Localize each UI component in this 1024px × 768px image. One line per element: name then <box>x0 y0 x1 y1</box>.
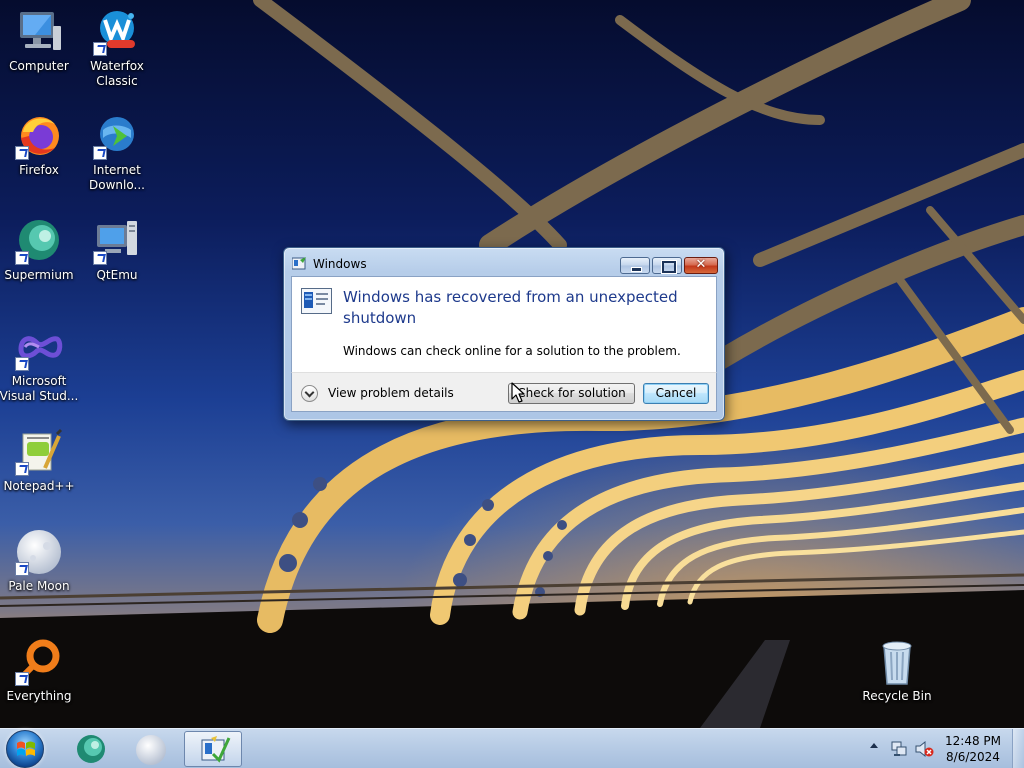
shortcut-arrow-icon <box>15 146 29 160</box>
volume-muted-icon[interactable] <box>914 740 934 758</box>
view-problem-details-toggle[interactable]: View problem details <box>301 384 454 402</box>
start-button[interactable] <box>6 730 44 768</box>
desktop-icon-label: Firefox <box>19 163 59 177</box>
shortcut-arrow-icon <box>15 357 29 371</box>
taskbar-item-windows-dialog[interactable] <box>184 731 242 767</box>
windows-error-reporting-icon <box>201 736 231 763</box>
system-report-icon <box>301 288 332 314</box>
desktop-icon-label: Supermium <box>4 268 74 282</box>
mouse-cursor-icon <box>511 382 525 403</box>
desktop-icon-pale-moon[interactable]: Pale Moon <box>0 528 81 594</box>
dialog-titlebar[interactable]: Windows ✕ <box>284 248 724 278</box>
desktop-icon-label: Recycle Bin <box>862 689 932 703</box>
windows-error-reporting-icon <box>292 257 306 270</box>
supermium-icon <box>77 735 105 763</box>
show-hidden-icons-icon[interactable] <box>870 743 878 748</box>
dialog-heading: Windows has recovered from an unexpected… <box>343 288 678 327</box>
notepad-plus-plus-icon <box>15 428 63 476</box>
desktop-icon-label: Computer <box>9 59 69 73</box>
clock-date: 8/6/2024 <box>946 750 1000 764</box>
desktop-icon-supermium[interactable]: Supermium <box>0 217 81 283</box>
supermium-icon <box>15 217 63 265</box>
taskbar-item-pale-moon[interactable] <box>122 731 180 767</box>
everything-icon <box>15 638 63 686</box>
shortcut-arrow-icon <box>93 251 107 265</box>
shortcut-arrow-icon <box>93 42 107 56</box>
desktop-icon-recycle-bin[interactable]: Recycle Bin <box>855 638 939 704</box>
show-desktop-button[interactable] <box>1012 729 1024 768</box>
desktop-icon-waterfox-classic[interactable]: Waterfox Classic <box>75 8 159 89</box>
recovery-dialog[interactable]: Windows ✕ Windows has recovered from an … <box>283 247 725 421</box>
desktop-icon-qtemu[interactable]: QtEmu <box>75 217 159 283</box>
chevron-down-icon[interactable] <box>301 384 318 402</box>
desktop-icon-internet-download-manager[interactable]: Internet Downlo... <box>75 112 159 193</box>
pale-moon-icon <box>15 528 63 576</box>
recycle-bin-icon <box>873 638 921 686</box>
desktop-icon-label: Microsoft Visual Stud... <box>0 374 79 403</box>
desktop-icon-label: QtEmu <box>96 268 138 282</box>
network-icon[interactable] <box>890 740 908 758</box>
view-problem-details-label: View problem details <box>328 386 454 400</box>
desktop-icon-visual-studio[interactable]: Microsoft Visual Stud... <box>0 323 81 404</box>
minimize-button[interactable] <box>620 257 650 274</box>
dialog-content: Windows has recovered from an unexpected… <box>291 276 717 372</box>
shortcut-arrow-icon <box>15 462 29 476</box>
waterfox-classic-icon <box>93 8 141 56</box>
close-icon: ✕ <box>695 257 707 272</box>
desktop-icon-everything[interactable]: Everything <box>0 638 81 704</box>
maximize-button[interactable] <box>652 257 682 274</box>
clock-time: 12:48 PM <box>945 734 1001 748</box>
check-for-solution-button[interactable]: Check for solution <box>508 383 635 404</box>
cancel-button[interactable]: Cancel <box>643 383 709 404</box>
visual-studio-icon <box>15 323 63 371</box>
desktop-icon-notepad-plus-plus[interactable]: Notepad++ <box>0 428 81 494</box>
shortcut-arrow-icon <box>15 562 29 576</box>
close-button[interactable]: ✕ <box>684 257 718 274</box>
taskbar-item-supermium[interactable] <box>62 731 120 767</box>
shortcut-arrow-icon <box>15 672 29 686</box>
dialog-message: Windows can check online for a solution … <box>343 344 681 358</box>
desktop-icon-computer[interactable]: Computer <box>0 8 81 74</box>
desktop-icon-label: Waterfox Classic <box>90 59 144 88</box>
shortcut-arrow-icon <box>93 146 107 160</box>
qtemu-icon <box>93 217 141 265</box>
desktop-icon-label: Notepad++ <box>3 479 75 493</box>
dialog-title: Windows <box>313 257 367 271</box>
pale-moon-icon <box>136 735 166 765</box>
windows-logo-icon <box>17 741 35 756</box>
dialog-footer: View problem details Check for solution … <box>291 372 717 412</box>
desktop-icon-firefox[interactable]: Firefox <box>0 112 81 178</box>
computer-icon <box>15 8 63 56</box>
internet-download-manager-icon <box>93 112 141 160</box>
firefox-icon <box>15 112 63 160</box>
desktop-icon-label: Internet Downlo... <box>89 163 145 192</box>
desktop-icon-label: Pale Moon <box>8 579 70 593</box>
desktop-icon-label: Everything <box>6 689 72 703</box>
taskbar: 12:48 PM 8/6/2024 <box>0 728 1024 768</box>
shortcut-arrow-icon <box>15 251 29 265</box>
taskbar-clock[interactable]: 12:48 PM 8/6/2024 <box>938 733 1008 765</box>
